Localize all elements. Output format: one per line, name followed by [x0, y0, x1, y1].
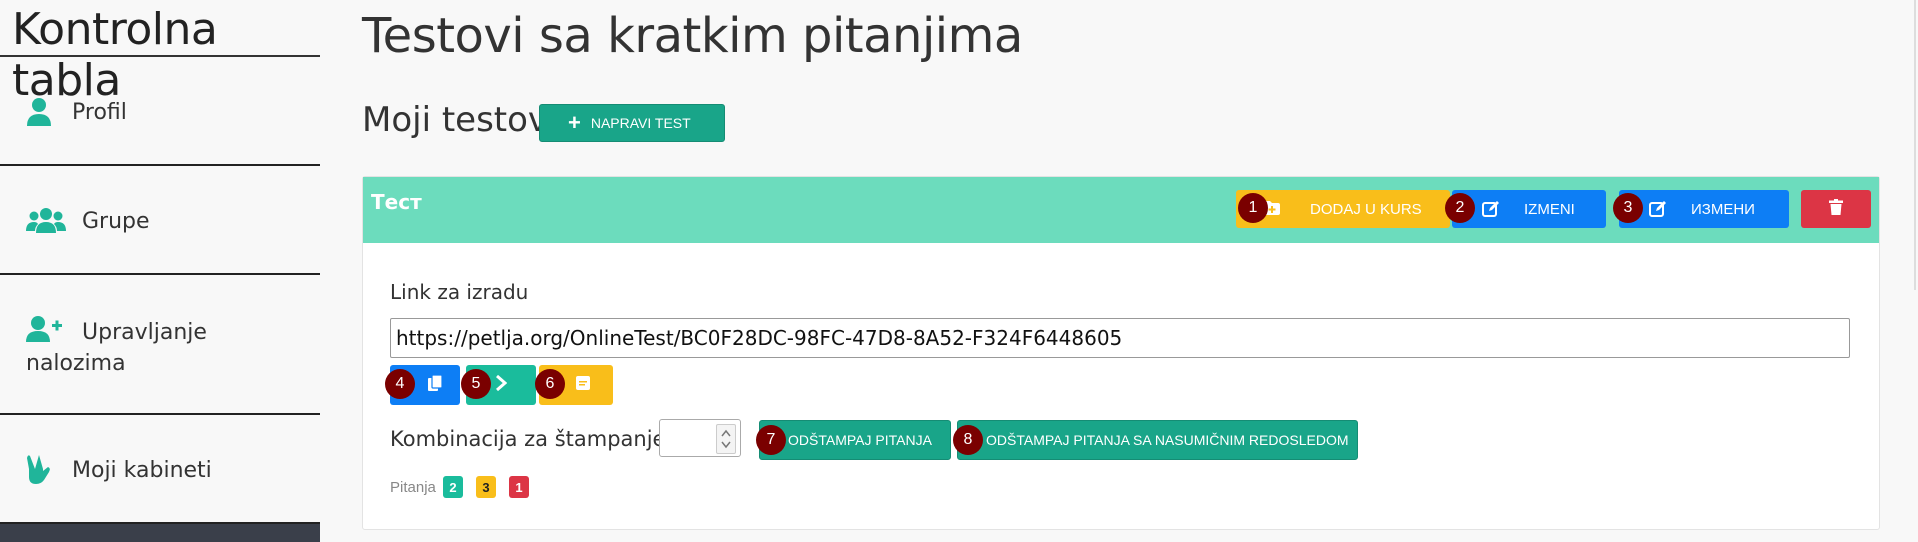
- sidebar-item-upravljanje-nalozima[interactable]: Upravljanje nalozima: [0, 275, 320, 413]
- copy-icon: [428, 374, 443, 395]
- note-icon: [576, 376, 590, 394]
- link-label: Link za izradu: [390, 280, 529, 304]
- sidebar-item-label: Upravljanje nalozima: [26, 320, 207, 376]
- stepper-arrows[interactable]: [716, 424, 736, 454]
- marker-badge: 1: [1238, 193, 1268, 223]
- sidebar-item-label: Grupe: [82, 209, 150, 234]
- print-questions-button[interactable]: ODŠTAMPAJ PITANJA: [759, 420, 951, 460]
- combination-label: Kombinacija za štampanje: [390, 427, 666, 451]
- questions-count-badge: 3: [476, 476, 496, 498]
- marker-badge: 7: [756, 425, 786, 455]
- questions-count-badge: 1: [509, 476, 529, 498]
- sidebar-item-profil[interactable]: Profil: [0, 57, 320, 167]
- test-card: Тест DODAJ U KURS IZMENI ИЗМЕНИ 1 2 3 Li…: [362, 176, 1880, 530]
- add-to-course-button[interactable]: DODAJ U KURS: [1236, 190, 1450, 228]
- scrollbar[interactable]: [1914, 0, 1916, 290]
- marker-badge: 5: [461, 369, 491, 399]
- questions-count-badge: 2: [443, 476, 463, 498]
- plus-icon: +: [568, 110, 581, 135]
- marker-badge: 2: [1445, 193, 1475, 223]
- trash-icon: [1829, 199, 1843, 219]
- edit-button[interactable]: IZMENI: [1452, 190, 1606, 228]
- sidebar-item-label: Profil: [72, 100, 127, 125]
- marker-badge: 6: [535, 369, 565, 399]
- card-title: Тест: [371, 190, 422, 214]
- page-title: Testovi sa kratkim pitanjima: [362, 8, 1023, 64]
- hand-peace-icon: [26, 453, 60, 487]
- sidebar: Kontrolna tabla Profil Grupe Upravljanje…: [0, 0, 320, 542]
- sidebar-item-grupe[interactable]: Grupe: [0, 166, 320, 276]
- edit-icon: [1482, 200, 1500, 222]
- users-icon: [26, 208, 66, 242]
- create-test-button[interactable]: + NAPRAVI TEST: [539, 104, 725, 142]
- combination-stepper[interactable]: [659, 419, 741, 457]
- sidebar-item-moji-kabineti[interactable]: Moji kabineti: [0, 415, 320, 525]
- edit-cyrillic-button[interactable]: ИЗМЕНИ: [1619, 190, 1789, 228]
- card-header: Тест DODAJ U KURS IZMENI ИЗМЕНИ 1 2 3: [363, 177, 1879, 243]
- questions-label: Pitanja: [390, 479, 436, 496]
- user-icon: [26, 97, 60, 131]
- marker-badge: 4: [385, 369, 415, 399]
- print-random-button[interactable]: ODŠTAMPAJ PITANJA SA NASUMIČNIM REDOSLED…: [957, 420, 1358, 460]
- section-title: Moji testovi: [362, 100, 558, 140]
- link-field[interactable]: [390, 318, 1850, 358]
- edit-icon: [1649, 200, 1667, 222]
- chevron-right-icon: [495, 374, 508, 395]
- marker-badge: 3: [1613, 193, 1643, 223]
- delete-button[interactable]: [1801, 190, 1871, 228]
- marker-badge: 8: [953, 425, 983, 455]
- sidebar-item-active[interactable]: [0, 524, 320, 542]
- sidebar-item-label: Moji kabineti: [72, 458, 212, 483]
